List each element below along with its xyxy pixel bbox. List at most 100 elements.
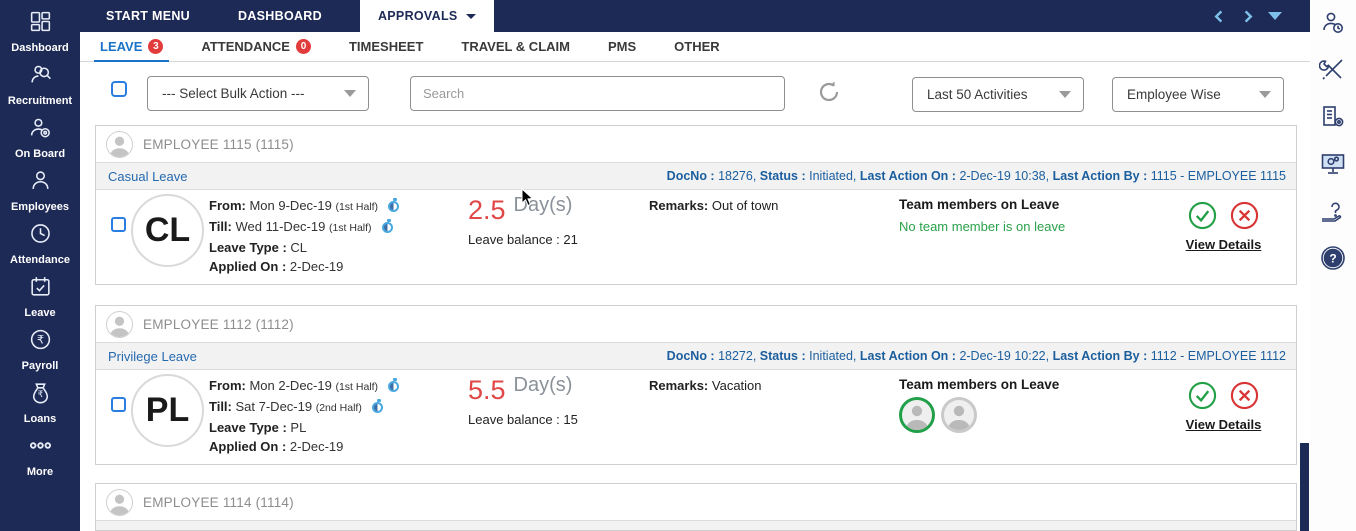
tab-other[interactable]: OTHER (668, 32, 726, 62)
sidebar-item-attendance[interactable]: Attendance (0, 218, 80, 271)
reject-icon[interactable] (1230, 201, 1259, 230)
sidebar-item-label: Attendance (10, 254, 70, 266)
chevron-right-icon[interactable] (1240, 9, 1255, 24)
sidebar-item-loans[interactable]: ₹ Loans (0, 377, 80, 430)
tab-leave-label: LEAVE (100, 39, 143, 54)
bulk-action-select[interactable]: --- Select Bulk Action --- (147, 76, 369, 111)
tab-attendance[interactable]: ATTENDANCE 0 (195, 32, 317, 62)
top-navigation-bar: START MENU DASHBOARD APPROVALS (80, 0, 1310, 32)
tab-pms[interactable]: PMS (602, 32, 642, 62)
employee-name: EMPLOYEE 1114 (1114) (143, 494, 294, 510)
team-members-section: Team members on Leave No team member is … (899, 197, 1065, 234)
sidebar-item-label: Dashboard (11, 42, 69, 54)
nav-dashboard[interactable]: DASHBOARD (238, 9, 322, 23)
team-members-section: Team members on Leave (899, 377, 1059, 433)
attendance-count-badge: 0 (295, 39, 311, 54)
half-day-icon (381, 219, 393, 234)
sidebar-item-label: Employees (10, 201, 70, 213)
chevron-down-icon (465, 13, 476, 19)
team-members-label: Team members on Leave (899, 197, 1060, 212)
employees-icon (28, 168, 53, 198)
more-icon (28, 433, 53, 463)
half-day-icon (388, 378, 400, 393)
sidebar-item-label: Leave (24, 307, 56, 319)
leave-type-row: Casual Leave DocNo : 18276, Status : Ini… (96, 162, 1296, 190)
recruitment-icon (28, 62, 53, 92)
refresh-button[interactable] (816, 79, 842, 105)
remarks: Remarks: Out of town (649, 198, 779, 213)
leave-type-badge: CL (131, 194, 204, 267)
half-day-icon (388, 198, 400, 213)
chevron-left-icon[interactable] (1212, 9, 1227, 24)
sidebar-item-label: Payroll (21, 360, 59, 372)
view-details-link[interactable]: View Details (1186, 417, 1262, 432)
sidebar-item-label: Recruitment (7, 95, 73, 107)
dashboard-icon (28, 9, 53, 39)
sidebar-item-label: Loans (23, 413, 57, 425)
employee-header: EMPLOYEE 1115 (1115) (96, 126, 1296, 162)
sidebar-item-employees[interactable]: Employees (0, 165, 80, 218)
approval-actions: View Details (1151, 381, 1296, 434)
request-help-icon[interactable] (1319, 197, 1347, 225)
leave-type-row (96, 520, 1296, 530)
module-tabs: LEAVE 3 ATTENDANCE 0 TIMESHEET TRAVEL & … (80, 32, 1310, 63)
team-member-avatar (899, 397, 935, 433)
employee-name: EMPLOYEE 1112 (1112) (143, 316, 294, 332)
approve-icon[interactable] (1188, 381, 1217, 410)
activities-filter-value: Last 50 Activities (927, 87, 1028, 102)
view-mode-value: Employee Wise (1127, 87, 1221, 102)
nav-approvals-active-tab[interactable]: APPROVALS (359, 0, 494, 32)
tab-leave[interactable]: LEAVE 3 (94, 32, 170, 63)
view-mode-select[interactable]: Employee Wise (1112, 77, 1284, 112)
view-details-link[interactable]: View Details (1186, 237, 1262, 252)
person-roster-icon[interactable] (1319, 9, 1347, 37)
svg-text:?: ? (1329, 252, 1336, 266)
reject-icon[interactable] (1230, 381, 1259, 410)
sidebar-item-payroll[interactable]: ₹ Payroll (0, 324, 80, 377)
activities-filter-select[interactable]: Last 50 Activities (912, 77, 1084, 112)
chevron-down-icon (344, 90, 356, 97)
leave-request-body: PL From: Mon 2-Dec-19 (1st Half) Till: S… (96, 370, 1296, 464)
attendance-icon (28, 221, 53, 251)
row-checkbox[interactable] (111, 397, 126, 412)
system-config-icon[interactable] (1319, 150, 1347, 178)
search-input[interactable] (410, 76, 785, 111)
doc-status-line: DocNo : 18272, Status : Initiated, Last … (666, 349, 1286, 363)
toolbar: --- Select Bulk Action --- Last 50 Activ… (80, 62, 1310, 120)
team-member-avatar (941, 397, 977, 433)
employee-header: EMPLOYEE 1112 (1112) (96, 306, 1296, 342)
payroll-icon: ₹ (28, 327, 53, 357)
approval-actions: View Details (1151, 201, 1296, 254)
onboard-icon (28, 115, 53, 145)
sidebar-item-dashboard[interactable]: Dashboard (0, 6, 80, 59)
sidebar-item-more[interactable]: More (0, 430, 80, 483)
nav-start-menu[interactable]: START MENU (106, 9, 190, 23)
help-icon[interactable]: ? (1319, 244, 1347, 272)
tools-icon[interactable] (1318, 56, 1347, 84)
tab-attendance-label: ATTENDANCE (201, 39, 290, 54)
avatar (106, 488, 133, 516)
leave-request-card: EMPLOYEE 1114 (1114) (95, 483, 1297, 531)
tab-timesheet[interactable]: TIMESHEET (343, 32, 429, 62)
select-all-checkbox[interactable] (111, 81, 127, 97)
leave-dates: From: Mon 2-Dec-19 (1st Half) Till: Sat … (209, 376, 400, 456)
tab-pms-label: PMS (607, 39, 637, 54)
tab-travel-claim[interactable]: TRAVEL & CLAIM (455, 32, 576, 62)
days-summary: 2.5 Day(s) Leave balance : 21 (468, 194, 578, 247)
team-members-label: Team members on Leave (899, 377, 1060, 392)
row-checkbox[interactable] (111, 217, 126, 232)
vertical-scrollbar-thumb[interactable] (1300, 443, 1309, 531)
company-settings-icon[interactable] (1319, 103, 1347, 131)
leave-count-badge: 3 (148, 39, 164, 54)
sidebar-item-recruitment[interactable]: Recruitment (0, 59, 80, 112)
avatar (106, 310, 133, 338)
leave-type-title: Casual Leave (108, 168, 188, 184)
loans-icon: ₹ (28, 380, 53, 410)
sidebar-item-label: On Board (14, 148, 66, 160)
caret-down-icon[interactable] (1268, 12, 1282, 20)
sidebar-item-leave[interactable]: Leave (0, 271, 80, 324)
leave-icon (28, 274, 53, 304)
sidebar-item-onboard[interactable]: On Board (0, 112, 80, 165)
approve-icon[interactable] (1188, 201, 1217, 230)
chevron-down-icon (1059, 91, 1071, 98)
